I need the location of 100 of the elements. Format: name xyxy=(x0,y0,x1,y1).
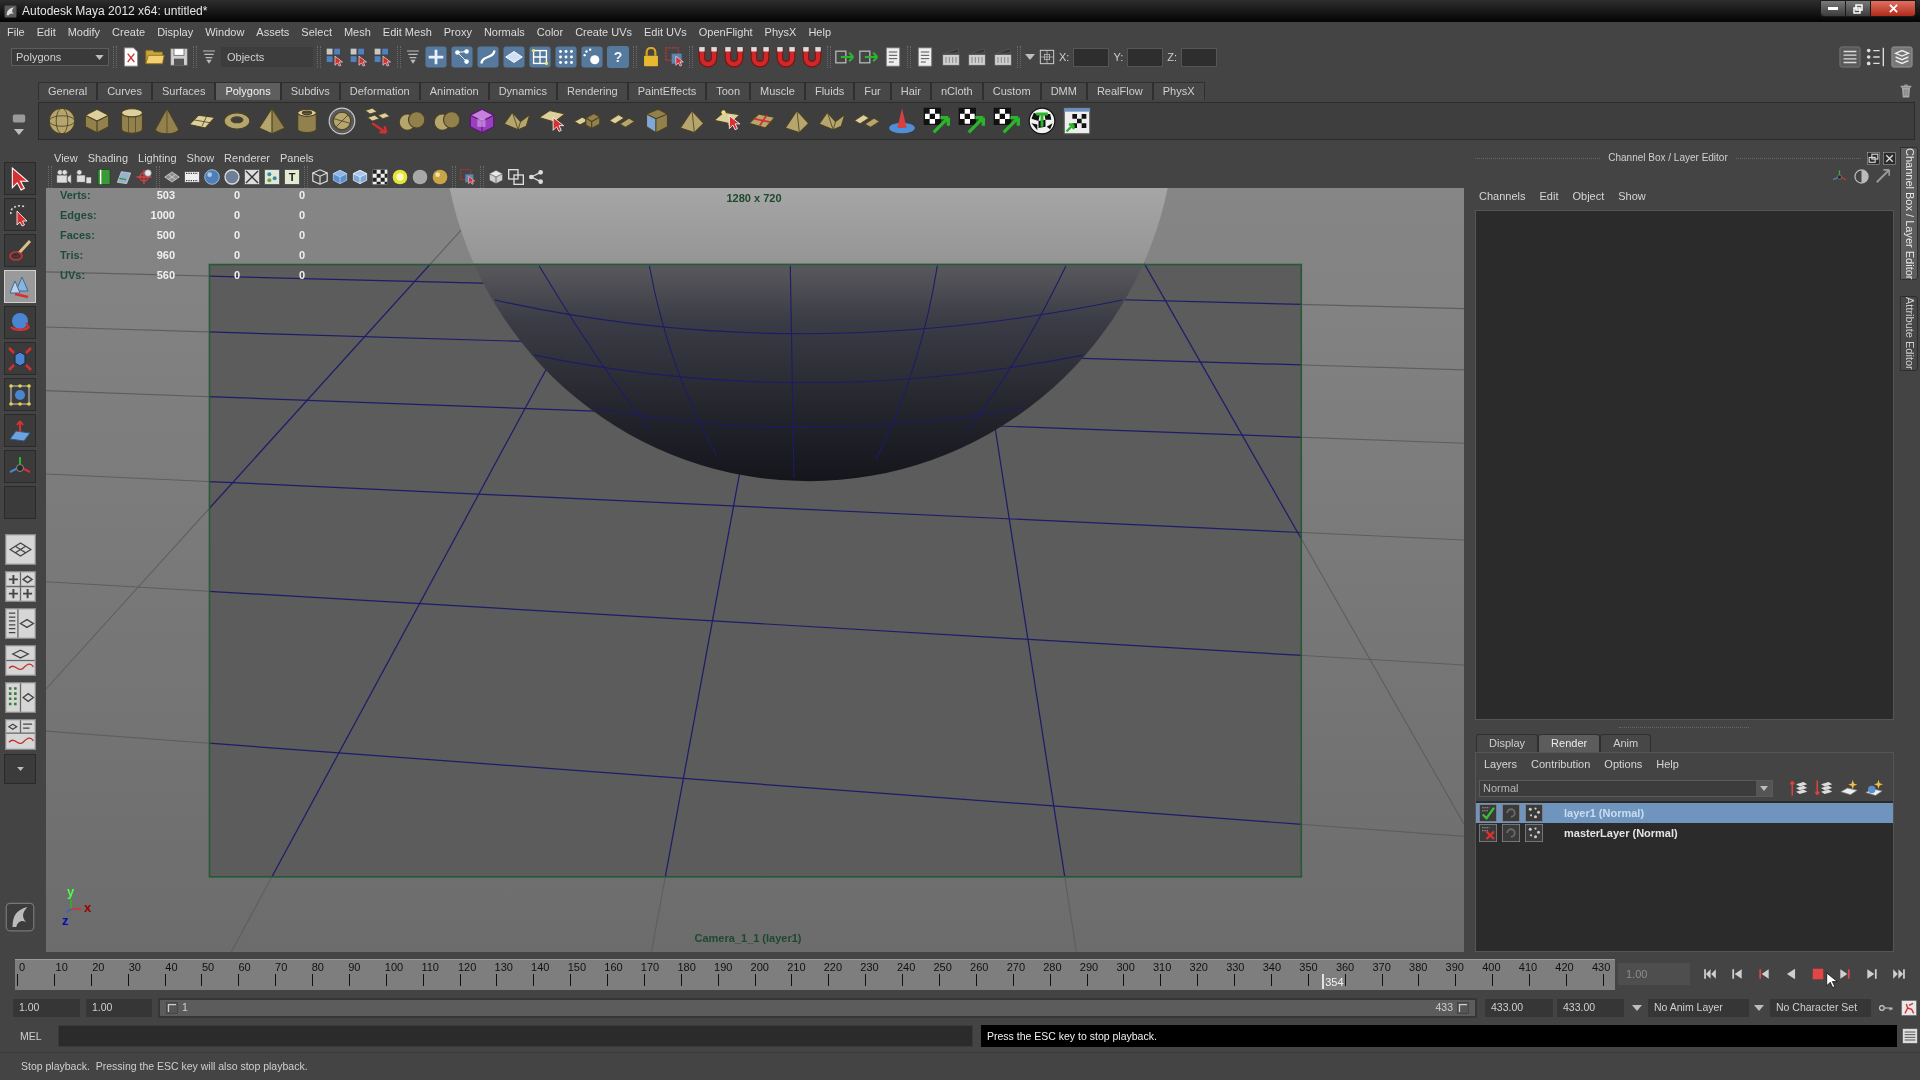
shelf-tab[interactable]: Surfaces xyxy=(152,82,216,100)
shelf-tab[interactable]: DMM xyxy=(1040,82,1087,100)
side-tab[interactable]: Attribute Editor xyxy=(1900,296,1918,372)
document-lines-icon[interactable] xyxy=(883,47,903,67)
layers-arrow-up-icon[interactable] xyxy=(1790,779,1808,797)
half-filled-circle-icon[interactable] xyxy=(1854,168,1869,184)
magnet-icon[interactable] xyxy=(775,46,797,68)
list-panel-icon[interactable] xyxy=(1839,46,1861,68)
filter-icon[interactable] xyxy=(405,49,421,65)
glowing-ball-icon[interactable] xyxy=(392,169,408,185)
ball-icon[interactable] xyxy=(224,169,240,185)
trash-icon[interactable] xyxy=(1899,84,1913,98)
shelf-tab[interactable]: Muscle xyxy=(750,82,805,100)
wire-solid-cube-icon[interactable] xyxy=(352,169,368,185)
shelf-tab[interactable]: Rendering xyxy=(556,82,628,100)
grid-plane-icon[interactable] xyxy=(164,169,180,185)
menu-set-dropdown[interactable]: Polygons xyxy=(11,48,109,66)
outliner-view-layout-icon[interactable] xyxy=(4,608,36,639)
dotted-tile-icon[interactable] xyxy=(555,46,577,68)
checker-window-icon[interactable] xyxy=(1063,107,1091,135)
four-view-layout-icon[interactable] xyxy=(4,571,36,602)
viewport[interactable]: Verts: 503 0 0 Edges: 1000 0 0 Faces: 500 0 0 Tris: 960 0 0 UVs: 560 0 0 1280 x 720 Camera_1_1 (layer1) y x z xyxy=(46,188,1464,952)
circular-arrow-tile-icon[interactable] xyxy=(1501,804,1521,822)
menu-item[interactable]: Mesh xyxy=(337,26,377,38)
magnet-icon[interactable] xyxy=(801,46,823,68)
step-forward-key-icon[interactable] xyxy=(1837,967,1852,981)
menu-item[interactable]: Create UVs xyxy=(569,26,638,38)
tool-button[interactable] xyxy=(4,234,36,267)
graph-view-layout-icon[interactable] xyxy=(4,645,36,676)
language-toggle[interactable]: MEL xyxy=(20,1030,46,1042)
panel-menu[interactable]: Help xyxy=(1656,758,1679,770)
shelf-tab[interactable]: nCloth xyxy=(930,82,983,100)
plane-sparkle-icon[interactable] xyxy=(1840,779,1858,797)
step-forward-icon[interactable] xyxy=(1864,967,1879,981)
diamond-tile-icon[interactable] xyxy=(503,46,525,68)
shiny-ball-icon[interactable] xyxy=(432,169,448,185)
tiles-arrow-icon[interactable] xyxy=(363,107,391,135)
squares-cursor-icon[interactable] xyxy=(325,47,345,67)
crosshair-box-icon[interactable] xyxy=(1039,49,1055,65)
command-input[interactable] xyxy=(58,1025,973,1047)
layer-row[interactable]: masterLayer (Normal) xyxy=(1476,823,1893,843)
panel-menu[interactable]: Object xyxy=(1572,190,1605,202)
shaded-ball-icon[interactable] xyxy=(204,169,220,185)
tool-button[interactable] xyxy=(4,414,36,447)
shelf-tab[interactable]: Fluids xyxy=(804,82,855,100)
checker-arrow-icon[interactable] xyxy=(993,107,1021,135)
panel-menu[interactable]: Options xyxy=(1604,758,1643,770)
dashed-box-cursor-icon[interactable] xyxy=(460,169,476,185)
tool-button[interactable] xyxy=(4,198,36,231)
magnet-icon[interactable] xyxy=(723,46,745,68)
shelf-tab[interactable]: Toon xyxy=(706,82,751,100)
current-frame-marker[interactable] xyxy=(1322,974,1325,989)
shelf-tab[interactable]: Fur xyxy=(854,82,891,100)
curve-tile-icon[interactable] xyxy=(477,46,499,68)
help-button[interactable]: ? xyxy=(607,46,629,68)
maximize-button[interactable] xyxy=(1846,0,1871,17)
dashed-box-cursor-icon[interactable] xyxy=(665,47,685,67)
panel-menu[interactable]: Panels xyxy=(279,152,314,164)
layer-tab[interactable]: Anim xyxy=(1600,734,1652,752)
dots-tile-icon[interactable] xyxy=(1524,824,1544,842)
menu-item[interactable]: Normals xyxy=(477,26,531,38)
document-lines-icon[interactable] xyxy=(915,47,935,67)
save-icon[interactable] xyxy=(169,47,189,67)
panel-menu[interactable]: Renderer xyxy=(224,152,270,164)
menu-item[interactable]: Help xyxy=(802,26,838,38)
camera-box-icon[interactable] xyxy=(76,169,92,185)
key-icon[interactable] xyxy=(1879,1004,1893,1011)
tool-button[interactable] xyxy=(4,162,36,195)
clapperboard-icon[interactable] xyxy=(967,47,987,67)
clapperboard-icon[interactable] xyxy=(941,47,961,67)
layer-tab[interactable]: Display xyxy=(1476,734,1539,752)
slanted-plane-icon[interactable] xyxy=(116,169,132,185)
menu-item[interactable]: Edit Mesh xyxy=(376,26,438,38)
node-graph-icon[interactable] xyxy=(528,169,544,185)
split-view-layout-icon[interactable] xyxy=(4,682,36,713)
menu-item[interactable]: Color xyxy=(530,26,570,38)
mixed-view-layout-icon[interactable] xyxy=(4,719,36,750)
step-back-key-icon[interactable] xyxy=(1756,967,1771,981)
clapperboard-icon[interactable] xyxy=(993,47,1013,67)
playback-start-field[interactable]: 1.00 xyxy=(86,998,152,1017)
start-time-field[interactable]: 1.00 xyxy=(13,998,80,1017)
glossy-cube-icon[interactable] xyxy=(468,107,496,135)
step-back-icon[interactable] xyxy=(1729,967,1744,981)
book-icon[interactable] xyxy=(96,169,112,185)
ball-sparkle-icon[interactable] xyxy=(1865,779,1883,797)
layer-tab[interactable]: Render xyxy=(1538,734,1601,752)
caret-down-icon[interactable] xyxy=(1632,1004,1642,1011)
overlapping-squares-icon[interactable] xyxy=(508,169,524,185)
dots-tile-icon[interactable] xyxy=(1524,804,1544,822)
shelf-tab[interactable]: Dynamics xyxy=(488,82,557,100)
menu-item[interactable]: Create xyxy=(106,26,152,38)
crossed-box-icon[interactable] xyxy=(244,169,260,185)
shelf-tab[interactable]: Animation xyxy=(419,82,489,100)
shelf-tab[interactable]: Hair xyxy=(890,82,931,100)
cylinder-icon[interactable] xyxy=(118,107,146,135)
diagonal-arrow-icon[interactable] xyxy=(1876,169,1890,183)
skip-to-end-icon[interactable] xyxy=(1891,967,1906,981)
circular-arrow-tile-icon[interactable] xyxy=(1501,824,1521,842)
list-dots-icon[interactable] xyxy=(1865,46,1887,68)
menu-item[interactable]: PhysX xyxy=(758,26,803,38)
